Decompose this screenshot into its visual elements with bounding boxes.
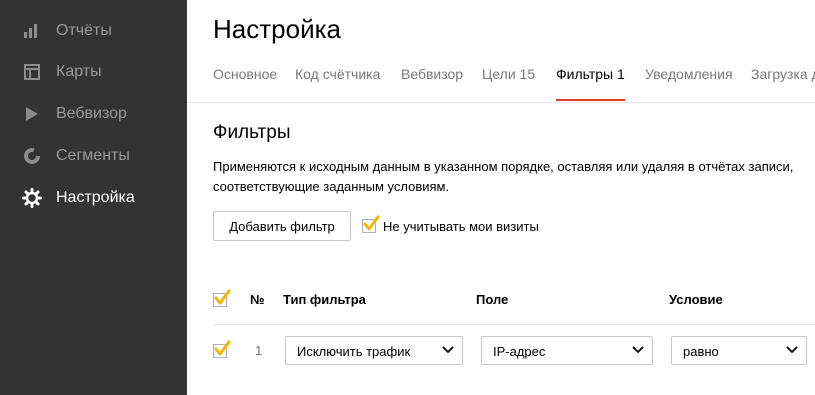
sidebar-item-label: Настройка — [56, 189, 135, 206]
tab-upload[interactable]: Загрузка д — [751, 66, 815, 82]
filter-condition-value: равно — [683, 344, 719, 359]
active-tab-indicator — [556, 99, 625, 101]
sidebar-item-label: Вебвизор — [56, 105, 127, 122]
gear-icon — [22, 188, 42, 208]
map-grid-icon — [22, 62, 42, 82]
sidebar-item-webvisor[interactable]: Вебвизор — [0, 94, 187, 134]
column-header-field: Поле — [476, 292, 509, 307]
filter-type-select[interactable]: Исключить трафик — [285, 336, 463, 365]
add-filter-button[interactable]: Добавить фильтр — [213, 211, 351, 241]
sidebar-item-settings[interactable]: Настройка — [0, 178, 187, 218]
filter-field-value: IP-адрес — [493, 344, 546, 359]
page-title: Настройка — [213, 14, 341, 44]
column-header-type: Тип фильтра — [283, 292, 366, 307]
bar-chart-icon — [22, 21, 42, 41]
select-all-checkbox[interactable] — [213, 289, 231, 307]
tab-counter-code[interactable]: Код счётчика — [295, 66, 380, 82]
chevron-down-icon — [442, 346, 454, 354]
main-content: Настройка Основное Код счётчика Вебвизор… — [187, 0, 815, 395]
sidebar-item-label: Отчёты — [56, 22, 112, 39]
sidebar-item-label: Карты — [56, 63, 102, 80]
filter-condition-select[interactable]: равно — [671, 336, 807, 365]
filter-field-select[interactable]: IP-адрес — [481, 336, 653, 365]
tab-general[interactable]: Основное — [213, 66, 277, 82]
ignore-visits-checkbox[interactable] — [362, 215, 380, 233]
tab-filters[interactable]: Фильтры 1 — [556, 66, 625, 82]
checkmark-icon — [363, 215, 380, 231]
filter-type-value: Исключить трафик — [297, 344, 411, 359]
chevron-down-icon — [632, 346, 644, 354]
sidebar-item-reports[interactable]: Отчёты — [0, 11, 187, 51]
checkmark-icon — [214, 289, 231, 305]
sidebar-item-segments[interactable]: Сегменты — [0, 136, 187, 176]
row-number: 1 — [255, 343, 263, 358]
segments-ring-icon — [22, 146, 42, 166]
column-header-condition: Условие — [669, 292, 723, 307]
row-checkbox[interactable] — [213, 340, 231, 358]
tabs-divider — [187, 102, 815, 103]
checkmark-icon — [214, 340, 231, 356]
chevron-down-icon — [786, 346, 798, 354]
tab-webvisor[interactable]: Вебвизор — [401, 66, 463, 82]
tab-notifications[interactable]: Уведомления — [645, 66, 733, 82]
sidebar-item-maps[interactable]: Карты — [0, 52, 187, 92]
sidebar: Отчёты Карты Вебвизор Сегменты Настройка — [0, 0, 187, 395]
play-icon — [22, 104, 42, 124]
section-title: Фильтры — [213, 122, 291, 143]
sidebar-item-label: Сегменты — [56, 147, 130, 164]
tab-goals[interactable]: Цели 15 — [482, 66, 535, 82]
column-header-num: № — [250, 292, 265, 307]
table-divider — [213, 324, 815, 325]
section-description: Применяются к исходным данным в указанно… — [213, 159, 794, 194]
ignore-visits-label: Не учитывать мои визиты — [383, 219, 539, 234]
